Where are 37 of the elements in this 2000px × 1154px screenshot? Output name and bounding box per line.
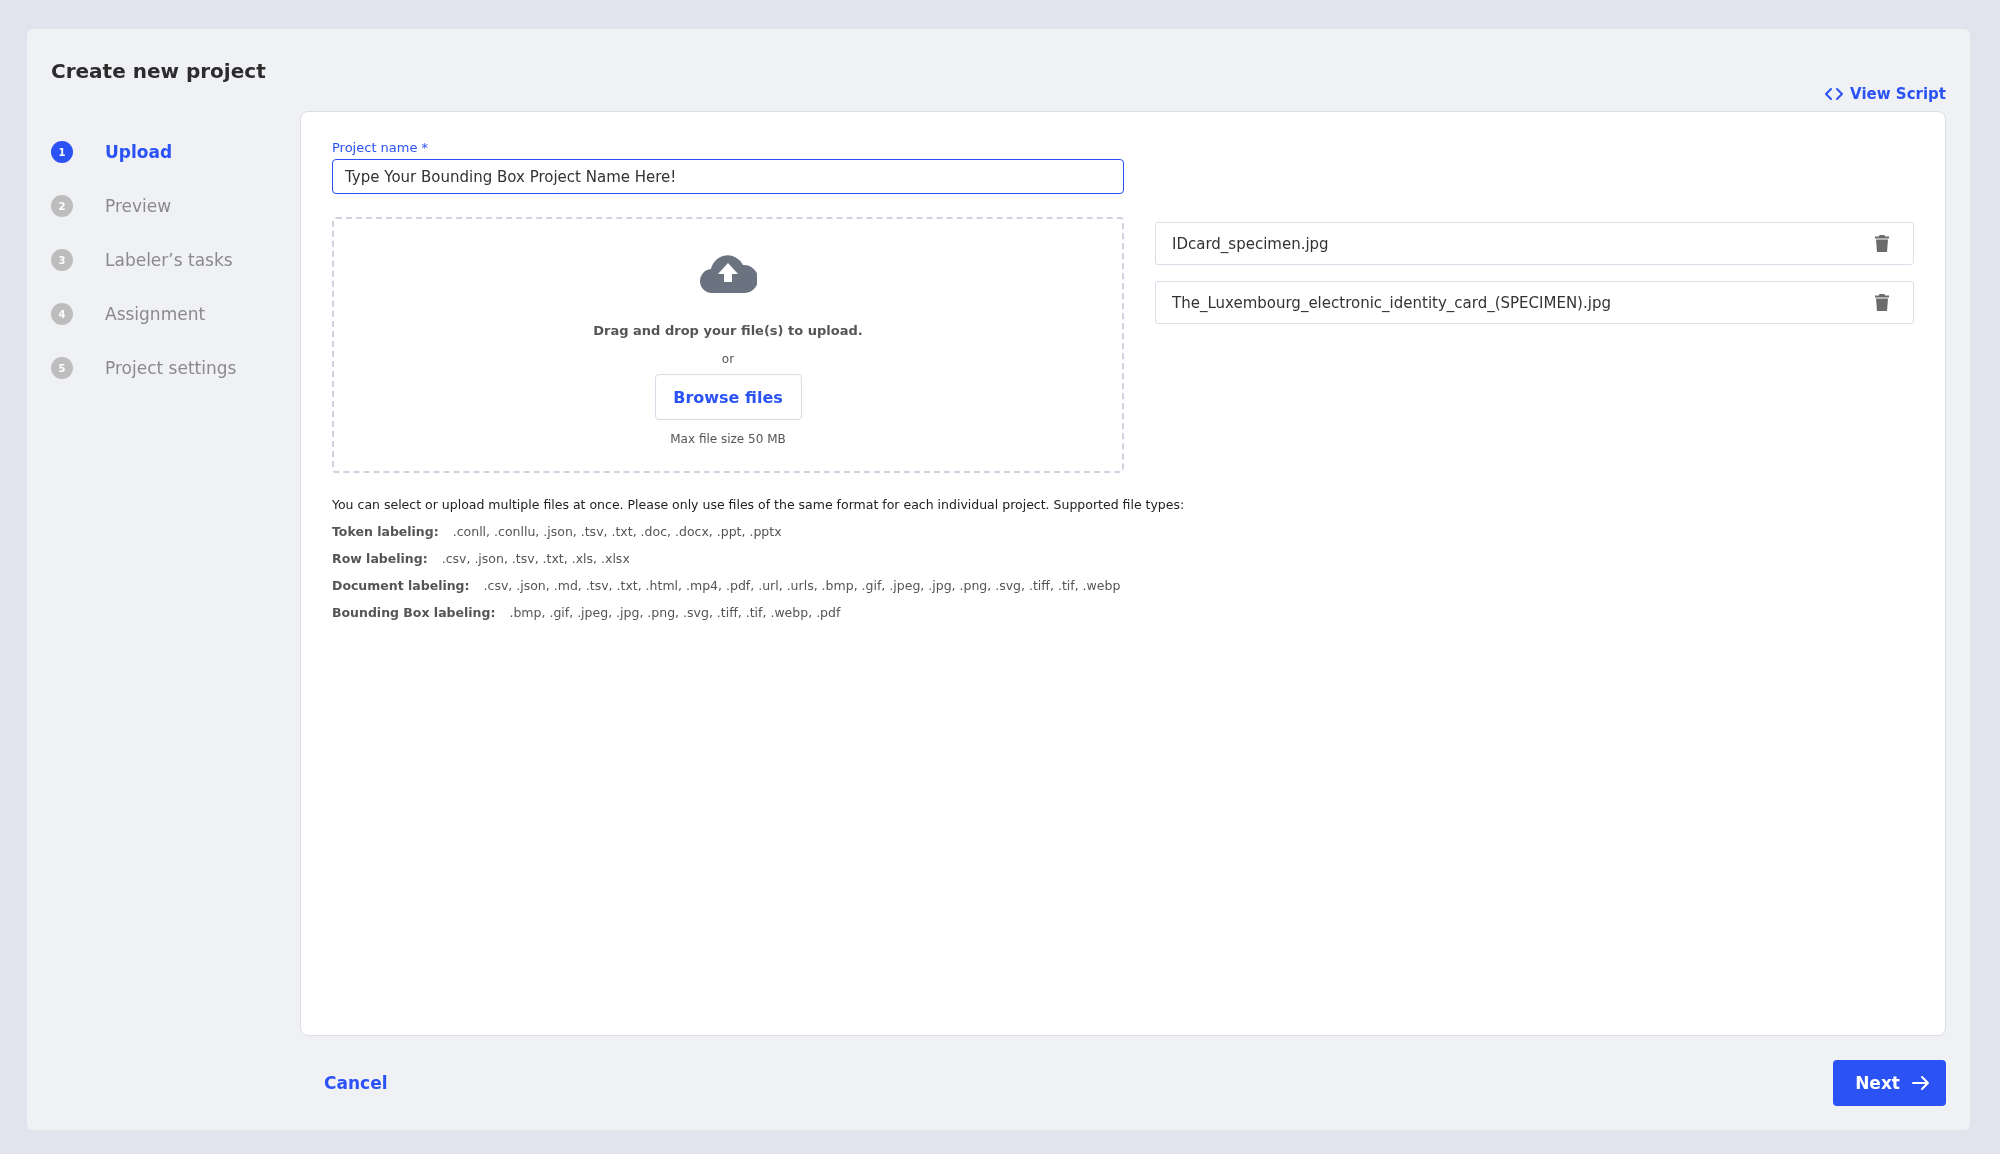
- drop-instruction: Drag and drop your file(s) to upload.: [593, 323, 863, 338]
- step-item[interactable]: Preview: [105, 196, 172, 216]
- trash-icon[interactable]: [1875, 235, 1889, 252]
- file-type-list: .conll, .conllu, .json, .tsv, .txt, .doc, .docx, .ppt, .pptx: [452, 524, 782, 539]
- browse-files-button[interactable]: Browse files: [654, 374, 802, 420]
- file-type-list: .csv, .json, .tsv, .txt, .xls, .xlsx: [441, 551, 630, 566]
- next-button[interactable]: Next: [1833, 1060, 1946, 1106]
- step-item[interactable]: Assignment: [105, 304, 206, 324]
- step-item[interactable]: Labeler’s tasks: [105, 250, 233, 270]
- arrow-right-icon: [1912, 1075, 1930, 1091]
- view-script-link[interactable]: View Script: [1824, 85, 1946, 103]
- cancel-link[interactable]: Cancel: [324, 1073, 388, 1093]
- step-number: 5: [51, 357, 73, 379]
- file-type-label: Bounding Box labeling:: [332, 605, 496, 620]
- file-type-label: Row labeling:: [332, 551, 428, 566]
- info-text: You can select or upload multiple files at once. Please only use files of the same format for each individual project. Supported file types:: [332, 497, 1186, 512]
- field-label: Project name *: [332, 140, 430, 155]
- step-item[interactable]: Project settings: [105, 358, 237, 378]
- step-number: 4: [51, 303, 73, 325]
- step-number: 1: [51, 141, 73, 163]
- page-title: Create new project: [51, 59, 266, 83]
- file-type-list: .bmp, .gif, .jpeg, .jpg, .png, .svg, .tiff, .tif, .webp, .pdf: [509, 605, 841, 620]
- step-number: 3: [51, 249, 73, 271]
- file-name: The_Luxembourg_electronic_identity_card_(SPECIMEN).jpg: [1172, 293, 1611, 312]
- trash-icon[interactable]: [1875, 294, 1889, 311]
- file-size-limit: Max file size 50 MB: [670, 432, 786, 446]
- dropzone[interactable]: Drag and drop your file(s) to upload. or Browse files Max file size 50 MB: [332, 217, 1124, 473]
- file-name: IDcard_specimen.jpg: [1172, 234, 1329, 253]
- file-type-label: Document labeling:: [332, 578, 470, 593]
- or-separator: or: [721, 352, 735, 366]
- step-number: 2: [51, 195, 73, 217]
- project-name-field[interactable]: Type Your Bounding Box Project Name Here!: [332, 159, 1124, 194]
- step-item[interactable]: Upload: [105, 142, 173, 162]
- file-type-list: .csv, .json, .md, .tsv, .txt, .html, .mp4, .pdf, .url, .urls, .bmp, .gif, .jpeg, .jpg, .png, .svg, .tiff, .tif, .webp: [483, 578, 1121, 593]
- upload-cloud-icon: [699, 253, 757, 293]
- code-icon: [1824, 87, 1845, 101]
- file-type-label: Token labeling:: [332, 524, 439, 539]
